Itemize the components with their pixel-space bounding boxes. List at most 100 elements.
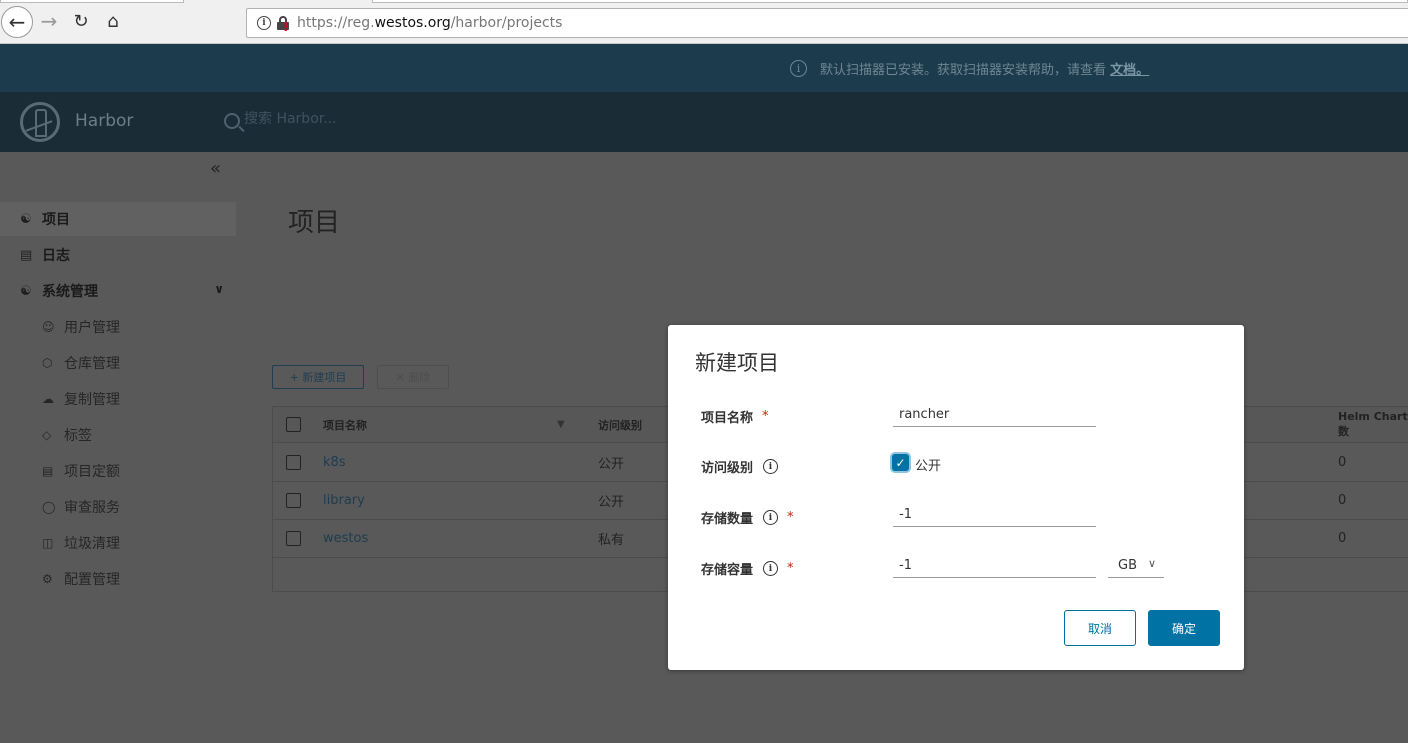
- sidebar-item-projects[interactable]: ☯ 项目: [0, 202, 236, 236]
- project-name-input[interactable]: [893, 403, 1096, 427]
- admin-icon: ☯: [20, 283, 32, 299]
- selected-unit: GB: [1118, 558, 1137, 573]
- gear-icon: ⚙: [42, 572, 53, 586]
- url-prefix: https://reg.: [297, 15, 375, 31]
- url-path: /harbor/projects: [450, 15, 563, 31]
- cancel-button[interactable]: 取消: [1064, 610, 1136, 646]
- sidebar-item-label: 项目定额: [64, 464, 120, 480]
- access-level: 公开: [598, 457, 625, 472]
- storage-capacity-label: 存储容量 i *: [701, 559, 794, 578]
- chevron-down-icon[interactable]: ∨: [214, 282, 224, 296]
- registry-icon: ⬡: [42, 356, 53, 370]
- confirm-button[interactable]: 确定: [1148, 610, 1220, 646]
- address-bar[interactable]: i ! https://reg.westos.org/harbor/projec…: [246, 8, 1408, 38]
- sidebar-item-logs[interactable]: ▤ 日志: [0, 238, 236, 272]
- row-checkbox[interactable]: [286, 455, 301, 470]
- sidebar-item-label: 标签: [64, 428, 92, 444]
- select-all-checkbox[interactable]: [286, 417, 301, 432]
- sidebar-item-scanners[interactable]: ◯ 审查服务: [0, 490, 236, 524]
- row-checkbox[interactable]: [286, 531, 301, 546]
- delete-label: 删除: [408, 371, 431, 384]
- info-icon[interactable]: i: [763, 510, 779, 525]
- forward-arrow-icon[interactable]: →: [34, 6, 64, 36]
- public-checkbox[interactable]: ✓: [892, 454, 909, 471]
- access-level: 公开: [598, 495, 625, 510]
- banner-message: 默认扫描器已安装。获取扫描器安装帮助，请查看: [820, 63, 1107, 78]
- scanner-banner: i 默认扫描器已安装。获取扫描器安装帮助，请查看 文档。: [0, 44, 1408, 92]
- search-icon[interactable]: [224, 113, 240, 129]
- sidebar-item-label: 审查服务: [64, 500, 120, 516]
- sidebar-item-label: 日志: [42, 248, 70, 264]
- required-mark: *: [787, 561, 794, 576]
- filter-icon[interactable]: ▼: [557, 419, 565, 430]
- replication-icon: ☁: [42, 392, 54, 406]
- row-checkbox[interactable]: [286, 493, 301, 508]
- project-name-link[interactable]: k8s: [323, 455, 346, 470]
- sidebar-item-label: 系统管理: [42, 284, 98, 300]
- public-checkbox-label[interactable]: 公开: [915, 455, 941, 474]
- collapse-sidebar-icon[interactable]: «: [210, 158, 221, 179]
- column-header-access[interactable]: 访问级别: [598, 417, 642, 433]
- info-icon[interactable]: i: [763, 561, 779, 576]
- project-name-label: 项目名称 *: [701, 407, 769, 426]
- sidebar-item-users[interactable]: ☺ 用户管理: [0, 310, 236, 344]
- project-name-link[interactable]: library: [323, 493, 365, 508]
- storage-capacity-input[interactable]: [893, 554, 1096, 578]
- helm-count: 0: [1338, 493, 1347, 508]
- capacity-unit-select[interactable]: GB ∨: [1108, 554, 1164, 578]
- browser-tab[interactable]: [372, 0, 1408, 3]
- field-label: 访问级别: [701, 461, 754, 476]
- reload-icon[interactable]: ↻: [66, 6, 96, 36]
- access-level-label: 访问级别 i: [701, 457, 779, 476]
- info-icon[interactable]: i: [763, 459, 779, 474]
- access-level: 私有: [598, 533, 625, 548]
- search-input[interactable]: [244, 111, 544, 127]
- quota-icon: ▤: [42, 464, 54, 478]
- home-icon[interactable]: ⌂: [98, 6, 128, 36]
- sidebar-item-quotas[interactable]: ▤ 项目定额: [0, 454, 236, 488]
- page-title: 项目: [288, 208, 341, 238]
- storage-count-input[interactable]: [893, 503, 1096, 527]
- sidebar-item-gc[interactable]: ◫ 垃圾清理: [0, 526, 236, 560]
- app-header: Harbor: [0, 92, 1408, 152]
- column-header-name[interactable]: 项目名称: [323, 417, 367, 433]
- sidebar-item-admin[interactable]: ☯ 系统管理 ∨: [0, 274, 236, 308]
- logs-icon: ▤: [20, 247, 33, 263]
- sidebar-item-labels[interactable]: ◇ 标签: [0, 418, 236, 452]
- chevron-down-icon: ∨: [1147, 557, 1156, 570]
- users-icon: ☺: [42, 320, 55, 334]
- required-mark: *: [762, 409, 769, 424]
- sidebar-item-label: 仓库管理: [64, 356, 120, 372]
- sidebar-item-label: 项目: [42, 212, 70, 228]
- browser-tab[interactable]: [0, 0, 184, 3]
- sidebar-item-registries[interactable]: ⬡ 仓库管理: [0, 346, 236, 380]
- sidebar-item-replications[interactable]: ☁ 复制管理: [0, 382, 236, 416]
- sidebar: « ☯ 项目 ▤ 日志 ☯ 系统管理 ∨ ☺ 用户管理 ⬡ 仓库管理 ☁ 复制管…: [0, 152, 236, 743]
- new-project-dialog: 新建项目 项目名称 * 访问级别 i ✓ 公开 存储数量 i * 存储容量 i …: [668, 325, 1244, 670]
- docs-link[interactable]: 文档。: [1110, 63, 1149, 78]
- info-icon[interactable]: i: [257, 16, 271, 30]
- url-text[interactable]: https://reg.westos.org/harbor/projects: [297, 15, 562, 31]
- helm-count: 0: [1338, 455, 1347, 470]
- projects-icon: ☯: [20, 211, 32, 227]
- delete-button[interactable]: ✕ 删除: [377, 365, 449, 389]
- back-arrow-icon[interactable]: ←: [1, 6, 33, 38]
- url-host: westos.org: [374, 15, 451, 31]
- sidebar-item-config[interactable]: ⚙ 配置管理: [0, 562, 236, 596]
- project-name-link[interactable]: westos: [323, 531, 368, 546]
- column-header-helm[interactable]: Helm Chart 数: [1338, 410, 1408, 439]
- sidebar-item-label: 用户管理: [64, 320, 120, 336]
- storage-count-label: 存储数量 i *: [701, 508, 794, 527]
- new-project-button[interactable]: + 新建项目: [272, 365, 364, 389]
- required-mark: *: [787, 510, 794, 525]
- field-label: 项目名称: [701, 411, 754, 426]
- sidebar-item-label: 配置管理: [64, 572, 120, 588]
- new-project-label: 新建项目: [302, 371, 347, 384]
- helm-count: 0: [1338, 531, 1347, 546]
- shield-icon: ◯: [42, 500, 56, 514]
- brand-name[interactable]: Harbor: [75, 111, 133, 131]
- browser-toolbar: ← → ↻ ⌂ i ! https://reg.westos.org/harbo…: [0, 0, 1408, 44]
- harbor-logo-icon[interactable]: [20, 102, 60, 142]
- insecure-lock-icon[interactable]: !: [277, 16, 289, 33]
- trash-icon: ◫: [42, 536, 54, 550]
